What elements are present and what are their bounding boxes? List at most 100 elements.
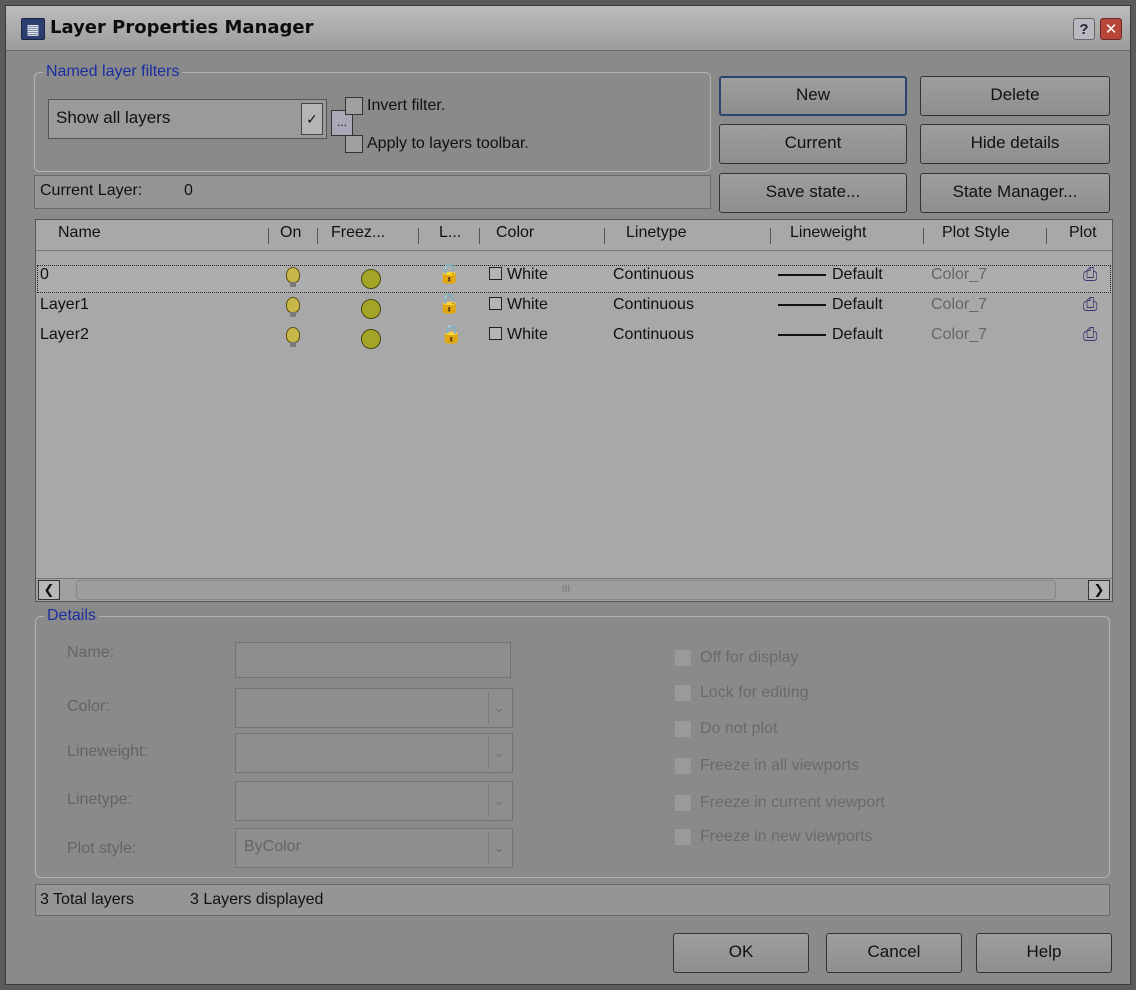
column-separator[interactable]: [770, 228, 771, 244]
lightbulb-on-icon[interactable]: [286, 267, 300, 287]
lineweight-sample: [778, 333, 826, 336]
column-separator[interactable]: [317, 228, 318, 244]
color-swatch: [489, 297, 502, 310]
chevron-down-icon[interactable]: ⌄: [488, 832, 509, 864]
plot-style-value: ByColor: [244, 838, 301, 855]
invert-filter-box[interactable]: [345, 97, 363, 115]
apply-to-toolbar-checkbox[interactable]: Apply to layers toolbar.: [345, 135, 529, 153]
current-layer-label: Current Layer:: [40, 182, 143, 199]
lineweight-label: Lineweight:: [67, 743, 148, 760]
plot-style-dropdown[interactable]: ByColor ⌄: [235, 828, 513, 868]
layer-linetype[interactable]: Continuous: [613, 266, 694, 284]
named-layer-filters-group: Named layer filters Show all layers ✓ ..…: [34, 63, 711, 172]
apply-to-toolbar-box[interactable]: [345, 135, 363, 153]
locked-padlock-icon[interactable]: 🔒: [440, 324, 462, 345]
layer-lineweight[interactable]: Default: [778, 266, 883, 284]
column-lineweight[interactable]: Lineweight: [790, 224, 867, 242]
save-state-button[interactable]: Save state...: [719, 173, 907, 213]
layer-color-label: White: [507, 296, 548, 313]
hide-details-button[interactable]: Hide details: [920, 124, 1110, 164]
layer-color[interactable]: White: [489, 266, 548, 284]
horizontal-scrollbar[interactable]: ❮ III ❯: [36, 578, 1112, 601]
column-separator[interactable]: [604, 228, 605, 244]
chevron-down-icon[interactable]: ⌄: [488, 737, 509, 769]
scroll-left-icon[interactable]: ❮: [38, 580, 60, 600]
column-freeze[interactable]: Freez...: [331, 224, 385, 242]
off-for-display-box[interactable]: [674, 649, 692, 667]
off-for-display-checkbox[interactable]: Off for display: [674, 649, 798, 667]
column-name[interactable]: Name: [58, 224, 101, 242]
linetype-dropdown[interactable]: ⌄: [235, 781, 513, 821]
unlocked-padlock-icon[interactable]: 🔓: [438, 294, 460, 315]
lock-for-editing-box[interactable]: [674, 684, 692, 702]
freeze-new-viewports-label: Freeze in new viewports: [700, 828, 873, 846]
column-plot-style[interactable]: Plot Style: [942, 224, 1010, 242]
close-icon[interactable]: ✕: [1100, 18, 1122, 40]
layer-list[interactable]: Name On Freez... L... Color Linetype Lin…: [35, 219, 1113, 602]
delete-button[interactable]: Delete: [920, 76, 1110, 116]
layer-name: Layer2: [40, 326, 89, 343]
freeze-current-viewport-box[interactable]: [674, 794, 692, 812]
column-lock[interactable]: L...: [439, 224, 461, 242]
lock-for-editing-checkbox[interactable]: Lock for editing: [674, 684, 809, 702]
freeze-new-viewports-checkbox[interactable]: Freeze in new viewports: [674, 828, 873, 846]
column-plot[interactable]: Plot: [1069, 224, 1097, 242]
column-color[interactable]: Color: [496, 224, 534, 242]
column-separator[interactable]: [268, 228, 269, 244]
layer-row[interactable]: 0 🔓 White Continuous Default Color_7 ⎙: [36, 264, 1112, 294]
column-separator[interactable]: [418, 228, 419, 244]
help-button[interactable]: Help: [976, 933, 1112, 973]
freeze-new-viewports-box[interactable]: [674, 828, 692, 846]
freeze-all-viewports-checkbox[interactable]: Freeze in all viewports: [674, 757, 859, 775]
layer-row[interactable]: Layer2 🔒 White Continuous Default Color_…: [36, 324, 1112, 354]
current-button[interactable]: Current: [719, 124, 907, 164]
title-bar[interactable]: ▦ Layer Properties Manager ? ✕: [6, 6, 1130, 51]
printer-icon[interactable]: ⎙: [1083, 294, 1097, 315]
lightbulb-on-icon[interactable]: [286, 327, 300, 347]
sun-thawed-icon[interactable]: [361, 329, 381, 349]
layer-linetype[interactable]: Continuous: [613, 326, 694, 344]
layer-color[interactable]: White: [489, 296, 548, 314]
column-separator[interactable]: [1046, 228, 1047, 244]
layer-filter-value: Show all layers: [56, 108, 171, 127]
unlocked-padlock-icon[interactable]: 🔓: [438, 264, 460, 285]
current-layer-bar: Current Layer: 0: [34, 175, 711, 209]
sun-thawed-icon[interactable]: [361, 269, 381, 289]
layer-color-label: White: [507, 326, 548, 343]
invert-filter-checkbox[interactable]: Invert filter.: [345, 97, 445, 115]
chevron-down-icon[interactable]: ⌄: [488, 692, 509, 724]
freeze-current-viewport-checkbox[interactable]: Freeze in current viewport: [674, 794, 885, 812]
help-icon[interactable]: ?: [1073, 18, 1095, 40]
sun-thawed-icon[interactable]: [361, 299, 381, 319]
printer-icon[interactable]: ⎙: [1083, 264, 1097, 285]
chevron-down-icon[interactable]: ⌄: [488, 785, 509, 817]
layer-lineweight[interactable]: Default: [778, 296, 883, 314]
lineweight-sample: [778, 303, 826, 306]
color-dropdown[interactable]: ⌄: [235, 688, 513, 728]
lineweight-dropdown[interactable]: ⌄: [235, 733, 513, 773]
scrollbar-thumb[interactable]: III: [76, 580, 1056, 600]
state-manager-button[interactable]: State Manager...: [920, 173, 1110, 213]
name-field[interactable]: [235, 642, 511, 678]
layer-plot-style: Color_7: [931, 296, 988, 313]
layer-list-header: Name On Freez... L... Color Linetype Lin…: [36, 220, 1112, 251]
column-on[interactable]: On: [280, 224, 301, 242]
printer-icon[interactable]: ⎙: [1083, 324, 1097, 345]
new-button[interactable]: New: [719, 76, 907, 116]
layer-lineweight[interactable]: Default: [778, 326, 883, 344]
lightbulb-on-icon[interactable]: [286, 297, 300, 317]
column-separator[interactable]: [479, 228, 480, 244]
layer-row[interactable]: Layer1 🔓 White Continuous Default Color_…: [36, 294, 1112, 324]
layer-linetype[interactable]: Continuous: [613, 296, 694, 314]
do-not-plot-box[interactable]: [674, 720, 692, 738]
ok-button[interactable]: OK: [673, 933, 809, 973]
do-not-plot-checkbox[interactable]: Do not plot: [674, 720, 777, 738]
layer-color[interactable]: White: [489, 326, 548, 344]
cancel-button[interactable]: Cancel: [826, 933, 962, 973]
scroll-right-icon[interactable]: ❯: [1088, 580, 1110, 600]
freeze-all-viewports-box[interactable]: [674, 757, 692, 775]
column-separator[interactable]: [923, 228, 924, 244]
column-linetype[interactable]: Linetype: [626, 224, 687, 242]
chevron-down-icon[interactable]: ✓: [301, 103, 323, 135]
layer-filter-dropdown[interactable]: Show all layers ✓: [48, 99, 327, 139]
